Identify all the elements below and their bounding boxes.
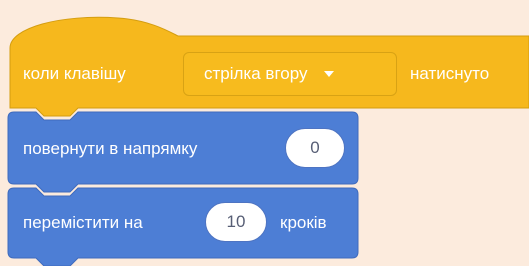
steps-unit-label: кроків [280, 213, 327, 232]
when-key-label: коли клавішу [23, 64, 126, 83]
pressed-label: натиснуто [410, 64, 490, 83]
direction-input[interactable]: 0 [285, 128, 345, 168]
steps-input[interactable]: 10 [205, 202, 267, 242]
key-dropdown[interactable]: стрілка вгору [183, 52, 397, 96]
key-dropdown-value: стрілка вгору [204, 64, 308, 83]
dropdown-arrow-icon [323, 71, 334, 77]
move-label: перемістити на [23, 213, 143, 232]
point-direction-label: повернути в напрямку [23, 139, 198, 158]
